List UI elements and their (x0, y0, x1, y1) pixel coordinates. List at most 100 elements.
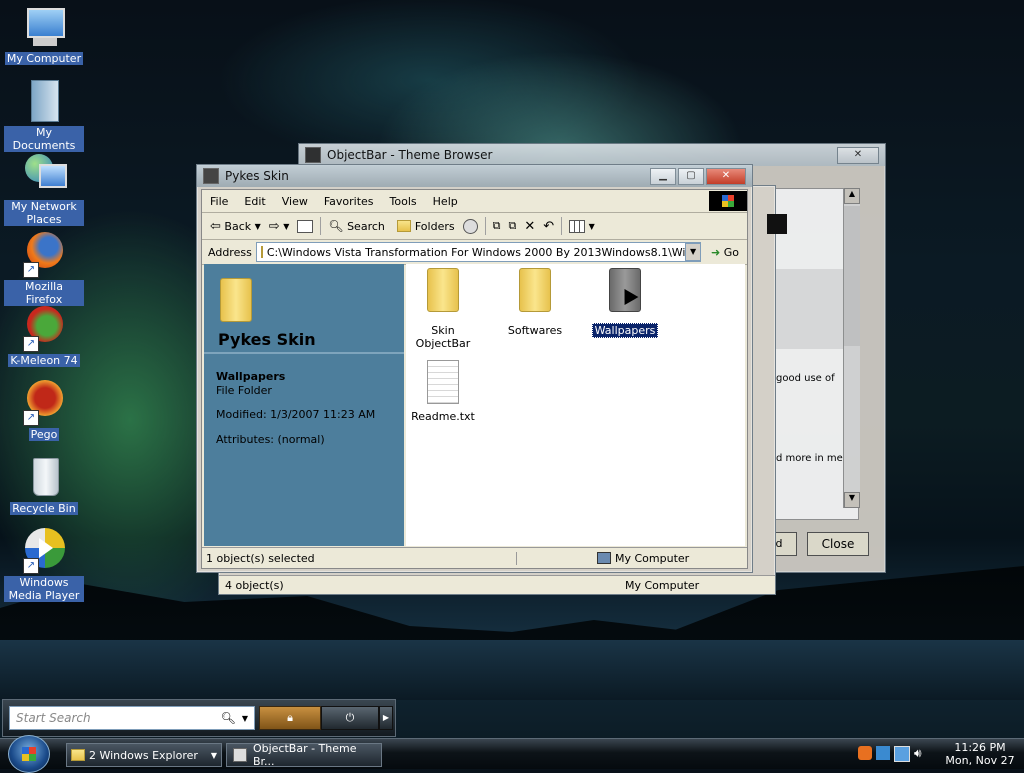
desktop-icon-label: My Computer (4, 52, 84, 65)
forward-button[interactable]: ⇨ ▼ (265, 219, 294, 234)
windows-logo-icon (767, 214, 787, 234)
desktop-icon-my-network-places[interactable]: My Network Places (4, 152, 84, 226)
objectbar-icon (305, 147, 321, 163)
chevron-down-icon[interactable]: ▼ (283, 222, 289, 231)
address-input[interactable]: C:\Windows Vista Transformation For Wind… (255, 242, 702, 262)
taskbar-button-explorer[interactable]: 2 Windows Explorer ▼ (66, 743, 222, 767)
desktop-icon-label: Pego (28, 428, 60, 441)
power-button[interactable]: ⏻ (321, 706, 379, 730)
window-title: Pykes Skin (225, 169, 289, 183)
delete-button[interactable]: ✕ (520, 219, 539, 234)
chevron-down-icon[interactable]: ▼ (242, 714, 248, 723)
menu-favorites[interactable]: Favorites (316, 195, 382, 208)
explorer-body: File Edit View Favorites Tools Help ⇦ Ba… (201, 189, 748, 569)
details-attributes: Attributes: (normal) (216, 433, 325, 446)
details-folder-title: Pykes Skin (218, 330, 316, 349)
back-button[interactable]: ⇦ Back ▼ (206, 219, 265, 234)
taskbar-button-objectbar[interactable]: ObjectBar - Theme Br... (226, 742, 382, 768)
menu-help[interactable]: Help (425, 195, 466, 208)
up-folder-icon (297, 219, 314, 233)
status-location: My Computer (615, 551, 690, 565)
file-view[interactable]: Skin ObjectBar Softwares Wallpapers Read… (406, 264, 745, 546)
desktop-icon-windows-media-player[interactable]: ↗ Windows Media Player (4, 528, 84, 602)
go-label: Go (723, 245, 739, 259)
status-bar: 4 object(s) My Computer (219, 575, 775, 594)
computer-icon (597, 552, 611, 564)
file-item[interactable]: Softwares (498, 268, 572, 337)
scroll-thumb[interactable] (844, 206, 860, 346)
objectbar-icon (233, 748, 247, 762)
details-selected-type: File Folder (216, 384, 272, 397)
windows-logo-icon (22, 747, 36, 761)
folders-button[interactable]: Folders (389, 220, 459, 233)
menu-file[interactable]: File (202, 195, 236, 208)
move-to-button[interactable]: ⧉ (489, 219, 505, 233)
close-icon[interactable]: ✕ (837, 146, 879, 164)
folder-icon (260, 246, 263, 258)
lock-button[interactable]: 🔒︎ (259, 706, 321, 730)
file-name: Readme.txt (411, 410, 475, 423)
up-folder-button[interactable] (293, 219, 317, 233)
scroll-up-icon[interactable]: ▲ (844, 188, 860, 204)
minimize-icon[interactable]: ▁ (650, 167, 676, 185)
chevron-down-icon[interactable]: ▼ (255, 222, 261, 231)
file-name: Skin ObjectBar (415, 324, 471, 350)
desktop-icon-label: Recycle Bin (10, 502, 78, 515)
tray-network-icon[interactable] (876, 746, 890, 760)
copy-to-icon: ⧉ (508, 219, 517, 232)
copy-to-button[interactable]: ⧉ (504, 219, 520, 233)
window-app-icon (203, 168, 219, 184)
clock-date: Mon, Nov 27 (945, 754, 1015, 767)
desktop-icon-my-computer[interactable]: My Computer (4, 4, 84, 65)
scrollbar[interactable]: ▲ ▼ (843, 188, 860, 508)
recycle-bin-icon (21, 454, 67, 500)
views-button[interactable]: ▼ (565, 219, 599, 233)
tray-sound-icon[interactable]: 🔊︎ (914, 746, 922, 762)
media-player-icon: ↗ (21, 528, 67, 574)
menu-view[interactable]: View (274, 195, 316, 208)
desktop-icon-mozilla-firefox[interactable]: ↗ Mozilla Firefox (4, 232, 84, 306)
history-button[interactable] (459, 218, 482, 234)
go-button[interactable]: ➜ Go (711, 246, 739, 259)
taskbar-button-label: 2 Windows Explorer (89, 748, 198, 762)
desktop-icon-pego[interactable]: ↗ Pego (4, 380, 84, 441)
maximize-icon[interactable]: ▢ (678, 167, 704, 185)
desktop-icon-recycle-bin[interactable]: Recycle Bin (4, 454, 84, 515)
scroll-down-icon[interactable]: ▼ (844, 492, 860, 508)
text-file-icon (427, 360, 459, 404)
file-item[interactable]: Readme.txt (406, 360, 480, 423)
power-options-arrow-icon[interactable]: ▶ (379, 706, 393, 730)
desktop-icon-my-documents[interactable]: My Documents (4, 78, 84, 152)
clock-time: 11:26 PM (954, 741, 1006, 754)
toolbar-divider (484, 217, 486, 235)
status-location: My Computer (625, 578, 700, 592)
start-button[interactable] (8, 735, 50, 773)
menu-tools[interactable]: Tools (382, 195, 425, 208)
menu-edit[interactable]: Edit (236, 195, 273, 208)
file-item[interactable]: Skin ObjectBar (406, 268, 480, 350)
desktop-icon-label: My Documents (4, 126, 84, 152)
desktop-icon-label: My Network Places (4, 200, 84, 226)
explorer-titlebar[interactable]: Pykes Skin ▁ ▢ ✕ (197, 165, 752, 187)
search-button[interactable]: 🔍︎ Search (324, 219, 389, 233)
details-pane: Pykes Skin Wallpapers File Folder Modifi… (204, 264, 404, 546)
clock[interactable]: 11:26 PM Mon, Nov 27 (940, 741, 1020, 767)
start-search-input[interactable]: Start Search 🔍︎ ▼ (9, 706, 255, 730)
undo-button[interactable]: ↶ (539, 219, 558, 234)
lock-icon: 🔒︎ (287, 711, 293, 724)
desktop-icon-label: Mozilla Firefox (4, 280, 84, 306)
theme-browser-titlebar[interactable]: ObjectBar - Theme Browser ✕ (299, 144, 885, 166)
desktop-icon-k-meleon[interactable]: ↗ K-Meleon 74 (4, 306, 84, 367)
folders-label: Folders (414, 219, 455, 233)
search-icon[interactable]: 🔍︎ (221, 711, 236, 725)
tray-display-icon[interactable] (894, 746, 910, 762)
address-bar: Address C:\Windows Vista Transformation … (202, 240, 747, 265)
address-value: C:\Windows Vista Transformation For Wind… (266, 245, 702, 259)
address-dropdown-icon[interactable]: ▼ (685, 243, 702, 261)
details-modified: Modified: 1/3/2007 11:23 AM (216, 408, 376, 421)
explorer-window[interactable]: Pykes Skin ▁ ▢ ✕ File Edit View Favorite… (196, 164, 753, 573)
close-icon[interactable]: ✕ (706, 167, 746, 185)
status-text: 4 object(s) (225, 578, 284, 592)
tray-app-icon[interactable] (858, 746, 872, 760)
close-button[interactable]: Close (807, 532, 869, 556)
